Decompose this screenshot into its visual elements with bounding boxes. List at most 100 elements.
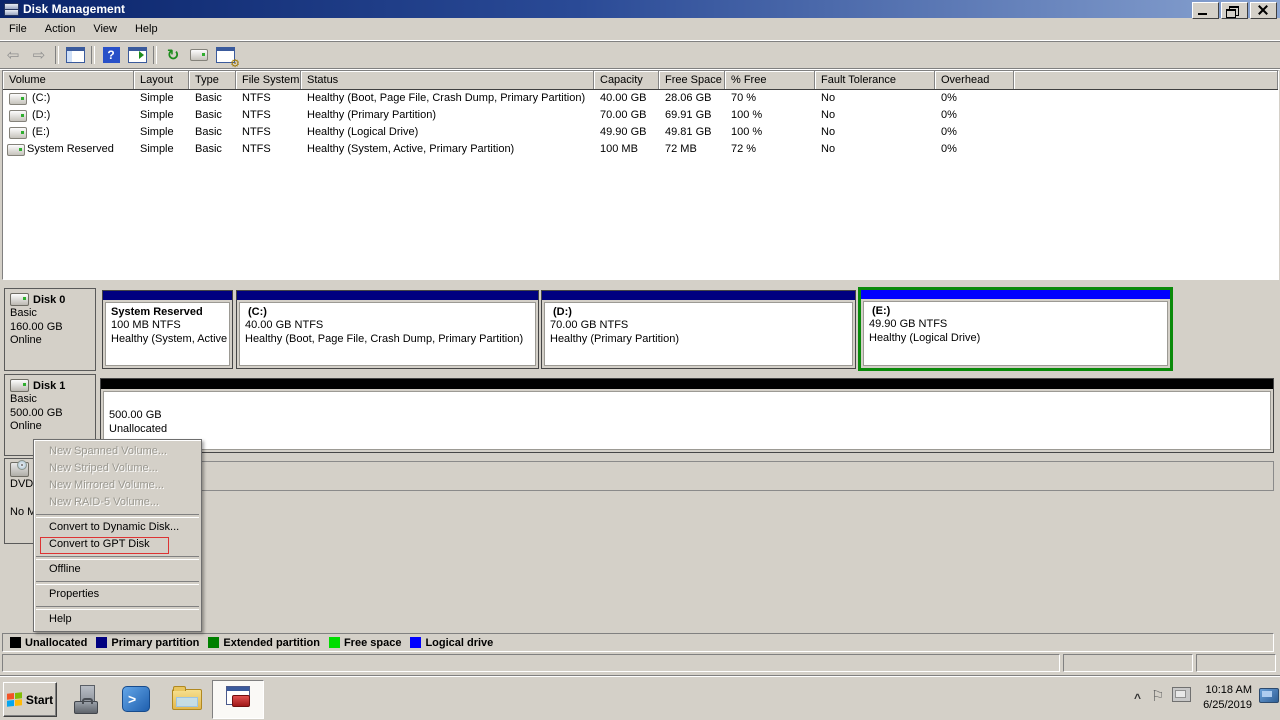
volume-pct-free: 70 % [725,90,815,107]
column-header-status[interactable]: Status [301,71,594,89]
legend-swatch [410,637,421,648]
partition-system-reserved[interactable]: System Reserved 100 MB NTFS Healthy (Sys… [102,290,233,369]
column-header-layout[interactable]: Layout [134,71,189,89]
partition-size: 100 MB NTFS [111,319,225,333]
powershell-icon[interactable]: > [122,685,154,715]
partition-size: 70.00 GB NTFS [550,319,848,333]
show-action-pane-button[interactable] [125,44,149,66]
menu-view[interactable]: View [84,20,126,38]
partition-e-selected[interactable]: (E:) 49.90 GB NTFS Healthy (Logical Driv… [858,287,1173,371]
minimize-button[interactable] [1192,2,1219,19]
windows-logo-icon [7,692,22,708]
menu-help[interactable]: Help [126,20,167,38]
volume-name: (D:) [32,107,50,124]
volume-name: (C:) [32,90,50,107]
volume-fault-tolerance: No [815,124,935,141]
column-header-filler [1014,71,1278,89]
volume-row-d[interactable]: (D:) Simple Basic NTFS Healthy (Primary … [3,107,1278,124]
legend-unallocated: Unallocated [10,637,87,649]
unallocated-strip [101,379,1273,389]
partition-title: (E:) [869,305,1163,318]
disk-management-task-button[interactable] [212,680,264,719]
logical-drive-strip [861,290,1170,299]
volume-fs: NTFS [236,107,301,124]
volume-status: Healthy (System, Active, Primary Partiti… [301,141,594,158]
volume-status: Healthy (Primary Partition) [301,107,594,124]
partition-health: Healthy (System, Active [111,333,225,347]
manage-button[interactable]: ⚙ [213,44,237,66]
volume-free: 49.81 GB [659,124,725,141]
menu-item-properties[interactable]: Properties [34,586,201,603]
action-center-flag-icon[interactable]: ⚐ [1151,687,1164,705]
column-header-pct-free[interactable]: % Free [725,71,815,89]
menu-file[interactable]: File [0,20,36,38]
start-label: Start [26,693,53,707]
restore-button[interactable] [1221,2,1248,19]
show-console-tree-button[interactable] [63,44,87,66]
column-header-free-space[interactable]: Free Space [659,71,725,89]
column-header-fault-tolerance[interactable]: Fault Tolerance [815,71,935,89]
volume-layout: Simple [134,90,189,107]
partition-size: 49.90 GB NTFS [869,318,1163,332]
volume-type: Basic [189,124,236,141]
forward-arrow-icon: ⇨ [33,48,46,63]
volume-name: System Reserved [27,141,114,158]
disk0-header[interactable]: Disk 0 Basic 160.00 GB Online [4,288,96,371]
show-desktop-icon[interactable] [1259,688,1279,703]
disk-properties-button[interactable] [187,44,211,66]
volume-capacity: 40.00 GB [594,90,659,107]
menu-item-new-mirrored-volume: New Mirrored Volume... [34,477,201,494]
partition-health: Healthy (Boot, Page File, Crash Dump, Pr… [245,333,531,347]
menu-action[interactable]: Action [36,20,85,38]
disk1-size: 500.00 GB [5,407,95,421]
close-button[interactable] [1250,2,1277,19]
volume-row-e[interactable]: (E:) Simple Basic NTFS Healthy (Logical … [3,124,1278,141]
cdrom-region[interactable] [100,461,1274,491]
legend-primary-partition: Primary partition [96,637,199,649]
start-button[interactable]: Start [3,682,57,717]
legend-extended-partition: Extended partition [208,637,320,649]
tray-chevron-up-icon[interactable]: ^ [1134,691,1141,705]
window-title: Disk Management [23,2,125,16]
disk-management-taskbar-icon [226,686,250,705]
menu-item-help[interactable]: Help [34,611,201,628]
volume-row-system-reserved[interactable]: System Reserved Simple Basic NTFS Health… [3,141,1278,158]
menu-item-convert-to-dynamic-disk[interactable]: Convert to Dynamic Disk... [34,519,201,536]
volume-pct-free: 100 % [725,107,815,124]
legend-swatch [208,637,219,648]
volume-row-c[interactable]: (C:) Simple Basic NTFS Healthy (Boot, Pa… [3,90,1278,107]
network-tray-icon[interactable] [1172,687,1191,702]
volume-layout: Simple [134,124,189,141]
partition-title: (C:) [245,306,531,319]
title-bar[interactable]: Disk Management [0,0,1280,18]
primary-partition-strip [237,291,538,300]
status-bar-panel [2,654,1060,672]
help-icon: ? [103,47,120,63]
partition-d[interactable]: (D:) 70.00 GB NTFS Healthy (Primary Part… [541,290,856,369]
legend-swatch [329,637,340,648]
drive-properties-icon [190,49,208,61]
clock-date: 6/25/2019 [1194,698,1252,713]
volume-free: 69.91 GB [659,107,725,124]
server-manager-icon[interactable] [72,685,104,715]
column-header-capacity[interactable]: Capacity [594,71,659,89]
disk0-state: Online [5,334,95,348]
menu-item-new-raid5-volume: New RAID-5 Volume... [34,494,201,511]
column-header-overhead[interactable]: Overhead [935,71,1014,89]
volume-overhead: 0% [935,124,1014,141]
partition-health: Healthy (Logical Drive) [869,332,1163,346]
menu-item-offline[interactable]: Offline [34,561,201,578]
taskbar-clock[interactable]: 10:18 AM 6/25/2019 [1194,683,1252,713]
volume-status: Healthy (Logical Drive) [301,124,594,141]
back-button[interactable]: ⇦ [1,44,25,66]
column-header-type[interactable]: Type [189,71,236,89]
refresh-button[interactable]: ↻ [161,44,185,66]
column-header-file-system[interactable]: File System [236,71,301,89]
volume-layout: Simple [134,107,189,124]
forward-button[interactable]: ⇨ [27,44,51,66]
unallocated-region[interactable]: 500.00 GB Unallocated [100,378,1274,453]
file-explorer-icon[interactable] [171,685,203,715]
column-header-volume[interactable]: Volume [3,71,134,89]
help-button[interactable]: ? [99,44,123,66]
partition-c[interactable]: (C:) 40.00 GB NTFS Healthy (Boot, Page F… [236,290,539,369]
